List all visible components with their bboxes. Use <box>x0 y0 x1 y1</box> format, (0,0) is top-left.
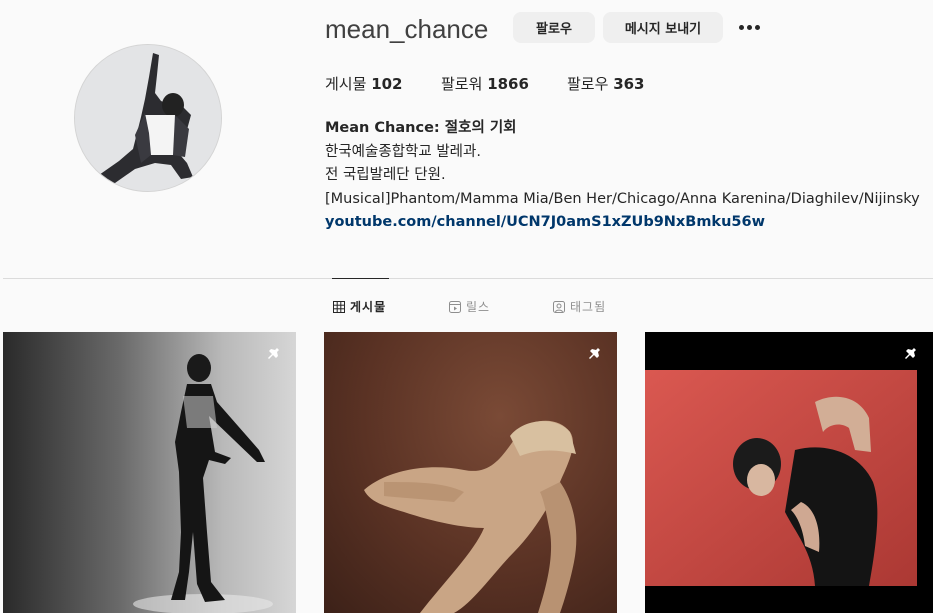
message-button[interactable]: 메시지 보내기 <box>603 12 723 43</box>
stat-posts-value: 102 <box>371 75 403 93</box>
tab-reels-label: 릴스 <box>466 300 491 314</box>
tabs-divider <box>3 278 933 279</box>
stat-followers-label: 팔로워 <box>441 75 483 93</box>
stat-posts-label: 게시물 <box>325 75 367 93</box>
bio-line-3: [Musical]Phantom/Mamma Mia/Ben Her/Chica… <box>325 190 920 207</box>
tab-tagged[interactable]: 태그됨 <box>553 298 606 315</box>
post-image-1 <box>133 354 273 613</box>
profile-bio: Mean Chance: 절호의 기회 한국예술종합학교 발레과. 전 국립발레… <box>325 117 920 235</box>
tagged-icon <box>553 300 565 313</box>
post-thumbnail-2[interactable] <box>324 332 617 613</box>
bio-name: Mean Chance: 절호의 기회 <box>325 120 517 136</box>
stat-following-label: 팔로우 <box>567 75 609 93</box>
pin-icon <box>905 344 916 359</box>
stat-following[interactable]: 팔로우 363 <box>567 73 645 94</box>
tab-posts-label: 게시물 <box>350 300 387 314</box>
follow-button[interactable]: 팔로우 <box>513 12 595 43</box>
post-image-3 <box>645 370 917 586</box>
pin-icon <box>589 344 600 359</box>
bio-link[interactable]: youtube.com/channel/UCN7J0amS1xZUb9NxBmk… <box>325 211 920 235</box>
bio-line-1: 한국예술종합학교 발레과. <box>325 143 481 160</box>
tab-tagged-label: 태그됨 <box>570 300 607 314</box>
pin-icon <box>268 344 279 359</box>
post-thumbnail-1[interactable] <box>3 332 296 613</box>
stat-following-value: 363 <box>613 75 645 93</box>
tab-posts[interactable]: 게시물 <box>333 298 386 315</box>
grid-icon <box>333 300 345 313</box>
stat-followers[interactable]: 팔로워 1866 <box>441 73 529 94</box>
active-tab-indicator <box>332 278 389 279</box>
post-image-2 <box>364 420 577 613</box>
stat-posts: 게시물 102 <box>325 73 403 94</box>
tab-reels[interactable]: 릴스 <box>449 298 490 315</box>
post-thumbnail-3[interactable] <box>645 332 933 613</box>
profile-avatar[interactable] <box>74 44 222 192</box>
more-options-icon[interactable] <box>739 17 765 37</box>
bio-line-2: 전 국립발레단 단원. <box>325 167 446 183</box>
profile-username: mean_chance <box>325 14 489 44</box>
reels-icon <box>449 300 461 313</box>
stat-followers-value: 1866 <box>487 75 529 93</box>
